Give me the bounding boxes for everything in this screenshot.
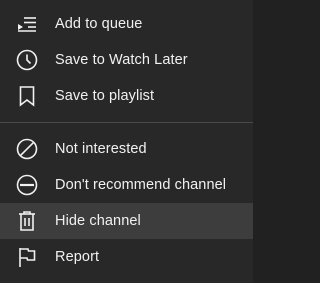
video-options-menu: Add to queue Save to Watch Later Save to… xyxy=(0,0,253,283)
flag-icon xyxy=(15,245,39,269)
menu-item-label: Report xyxy=(55,249,100,265)
menu-divider xyxy=(0,122,253,123)
clock-icon xyxy=(15,48,39,72)
menu-item-label: Save to Watch Later xyxy=(55,52,188,68)
add-to-queue-icon xyxy=(15,12,39,36)
menu-item-hide-channel[interactable]: Hide channel xyxy=(0,203,253,239)
menu-item-label: Save to playlist xyxy=(55,88,155,104)
remove-circle-icon xyxy=(15,173,39,197)
menu-item-save-to-playlist[interactable]: Save to playlist xyxy=(0,78,253,114)
menu-item-label: Not interested xyxy=(55,141,147,157)
menu-item-dont-recommend-channel[interactable]: Don't recommend channel xyxy=(0,167,253,203)
block-icon xyxy=(15,137,39,161)
menu-item-label: Add to queue xyxy=(55,16,143,32)
menu-item-save-to-watch-later[interactable]: Save to Watch Later xyxy=(0,42,253,78)
trash-icon xyxy=(15,209,39,233)
menu-item-label: Don't recommend channel xyxy=(55,177,227,193)
menu-item-add-to-queue[interactable]: Add to queue xyxy=(0,6,253,42)
menu-item-report[interactable]: Report xyxy=(0,239,253,275)
menu-item-label: Hide channel xyxy=(55,213,141,229)
menu-item-not-interested[interactable]: Not interested xyxy=(0,131,253,167)
bookmark-icon xyxy=(15,84,39,108)
